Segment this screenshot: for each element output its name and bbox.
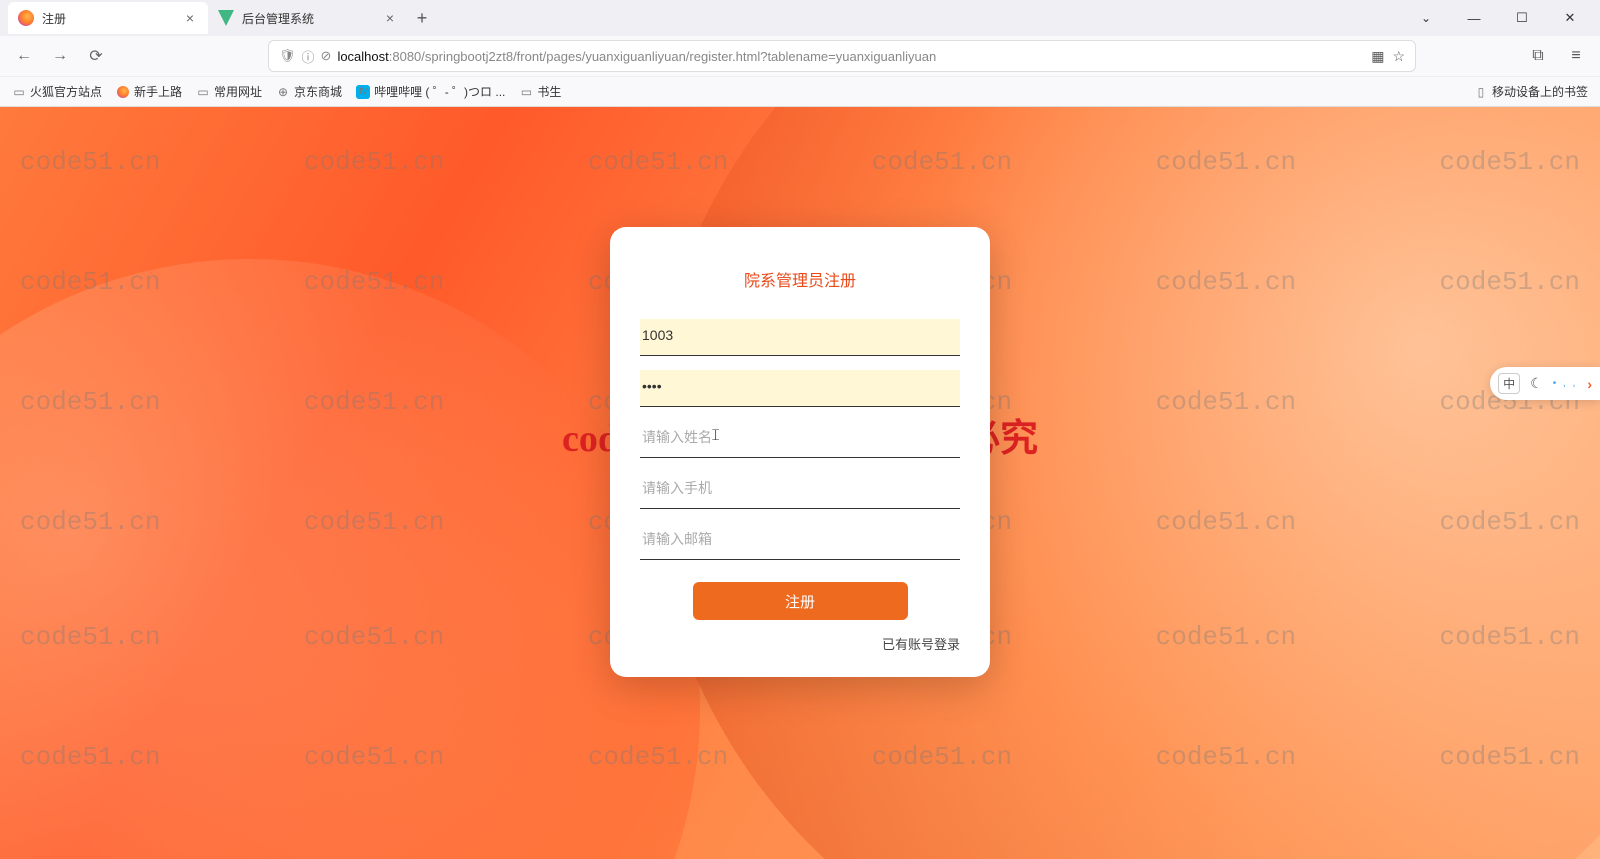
nav-bar: ← → ⟳ 🛡 ⓘ ⊘ localhost:8080/springbootj2z… [0, 36, 1600, 76]
connection-lock-icon: ⊘ [321, 48, 332, 64]
close-icon[interactable]: × [182, 10, 198, 26]
password-input[interactable] [642, 378, 958, 394]
tab-title: 后台管理系统 [242, 10, 382, 27]
text-cursor-icon: 𝙸 [710, 427, 721, 445]
vue-favicon-icon [218, 10, 234, 26]
moon-icon[interactable]: ☾ [1530, 375, 1543, 392]
name-input[interactable] [642, 429, 958, 445]
bookmark-getting-started[interactable]: 新手上路 [116, 83, 182, 100]
extensions-icon[interactable]: ⧉ [1524, 42, 1552, 70]
forward-button[interactable]: → [46, 42, 74, 70]
folder-icon: ▭ [196, 85, 210, 99]
register-title: 院系管理员注册 [640, 267, 960, 291]
register-button[interactable]: 注册 [693, 582, 908, 620]
phone-input[interactable] [642, 480, 958, 496]
bookmark-jd[interactable]: ⊕京东商城 [276, 83, 342, 100]
email-field-wrapper [640, 523, 960, 560]
close-icon[interactable]: × [382, 10, 398, 26]
tab-register[interactable]: 注册 × [8, 2, 208, 34]
firefox-icon [116, 85, 130, 99]
firefox-favicon-icon [18, 10, 34, 26]
register-card: 院系管理员注册 𝙸 注册 已有账号登录 [610, 227, 990, 677]
url-text: localhost:8080/springbootj2zt8/front/pag… [337, 49, 1363, 64]
name-field-wrapper: 𝙸 [640, 421, 960, 458]
account-field-wrapper [640, 319, 960, 356]
menu-icon[interactable]: ≡ [1562, 42, 1590, 70]
account-input[interactable] [642, 327, 958, 343]
page-content: code51.cncode51.cncode51.cncode51.cncode… [0, 107, 1600, 859]
back-button[interactable]: ← [10, 42, 38, 70]
bilibili-icon: tv [356, 85, 370, 99]
close-window-icon[interactable]: ✕ [1548, 3, 1592, 33]
login-link[interactable]: 已有账号登录 [640, 634, 960, 653]
bookmark-bilibili[interactable]: tv哔哩哔哩 ( ゜- ゜)つロ ... [356, 83, 505, 100]
bookmark-common-sites[interactable]: ▭常用网址 [196, 83, 262, 100]
tabs-dropdown-icon[interactable]: ⌄ [1404, 3, 1448, 33]
reload-button[interactable]: ⟳ [82, 42, 110, 70]
lock-icon[interactable]: ⓘ [302, 47, 315, 66]
nav-right: ⧉ ≡ [1524, 42, 1590, 70]
tab-admin[interactable]: 后台管理系统 × [208, 2, 408, 34]
bookmark-star-icon[interactable]: ☆ [1392, 48, 1405, 65]
tab-title: 注册 [42, 10, 182, 27]
phone-field-wrapper [640, 472, 960, 509]
folder-icon: ▭ [519, 85, 533, 99]
url-bar[interactable]: 🛡 ⓘ ⊘ localhost:8080/springbootj2zt8/fro… [268, 40, 1416, 72]
qr-icon[interactable]: ▦ [1371, 48, 1384, 65]
bookmarks-bar: ▭火狐官方站点 新手上路 ▭常用网址 ⊕京东商城 tv哔哩哔哩 ( ゜- ゜)つ… [0, 76, 1600, 106]
bookmark-shusheng[interactable]: ▭书生 [519, 83, 561, 100]
maximize-icon[interactable]: ☐ [1500, 3, 1544, 33]
password-field-wrapper [640, 370, 960, 407]
lang-toggle[interactable]: 中 [1498, 373, 1520, 394]
side-widget: 中 ☾ • , , › [1490, 367, 1600, 400]
chevron-right-icon[interactable]: › [1587, 376, 1592, 392]
shield-icon[interactable]: 🛡 [279, 48, 296, 64]
tab-bar: 注册 × 后台管理系统 × + ⌄ — ☐ ✕ [0, 0, 1600, 36]
minimize-icon[interactable]: — [1452, 3, 1496, 33]
bookmark-mobile[interactable]: ▯移动设备上的书签 [1474, 83, 1588, 100]
bookmark-firefox-official[interactable]: ▭火狐官方站点 [12, 83, 102, 100]
folder-icon: ▭ [12, 85, 26, 99]
window-controls: ⌄ — ☐ ✕ [1404, 3, 1600, 33]
dots-icon[interactable]: • , , [1553, 378, 1578, 389]
new-tab-button[interactable]: + [408, 4, 436, 32]
email-input[interactable] [642, 531, 958, 547]
mobile-icon: ▯ [1474, 85, 1488, 99]
jd-icon: ⊕ [276, 85, 290, 99]
browser-chrome: 注册 × 后台管理系统 × + ⌄ — ☐ ✕ ← → ⟳ 🛡 ⓘ ⊘ loca… [0, 0, 1600, 107]
